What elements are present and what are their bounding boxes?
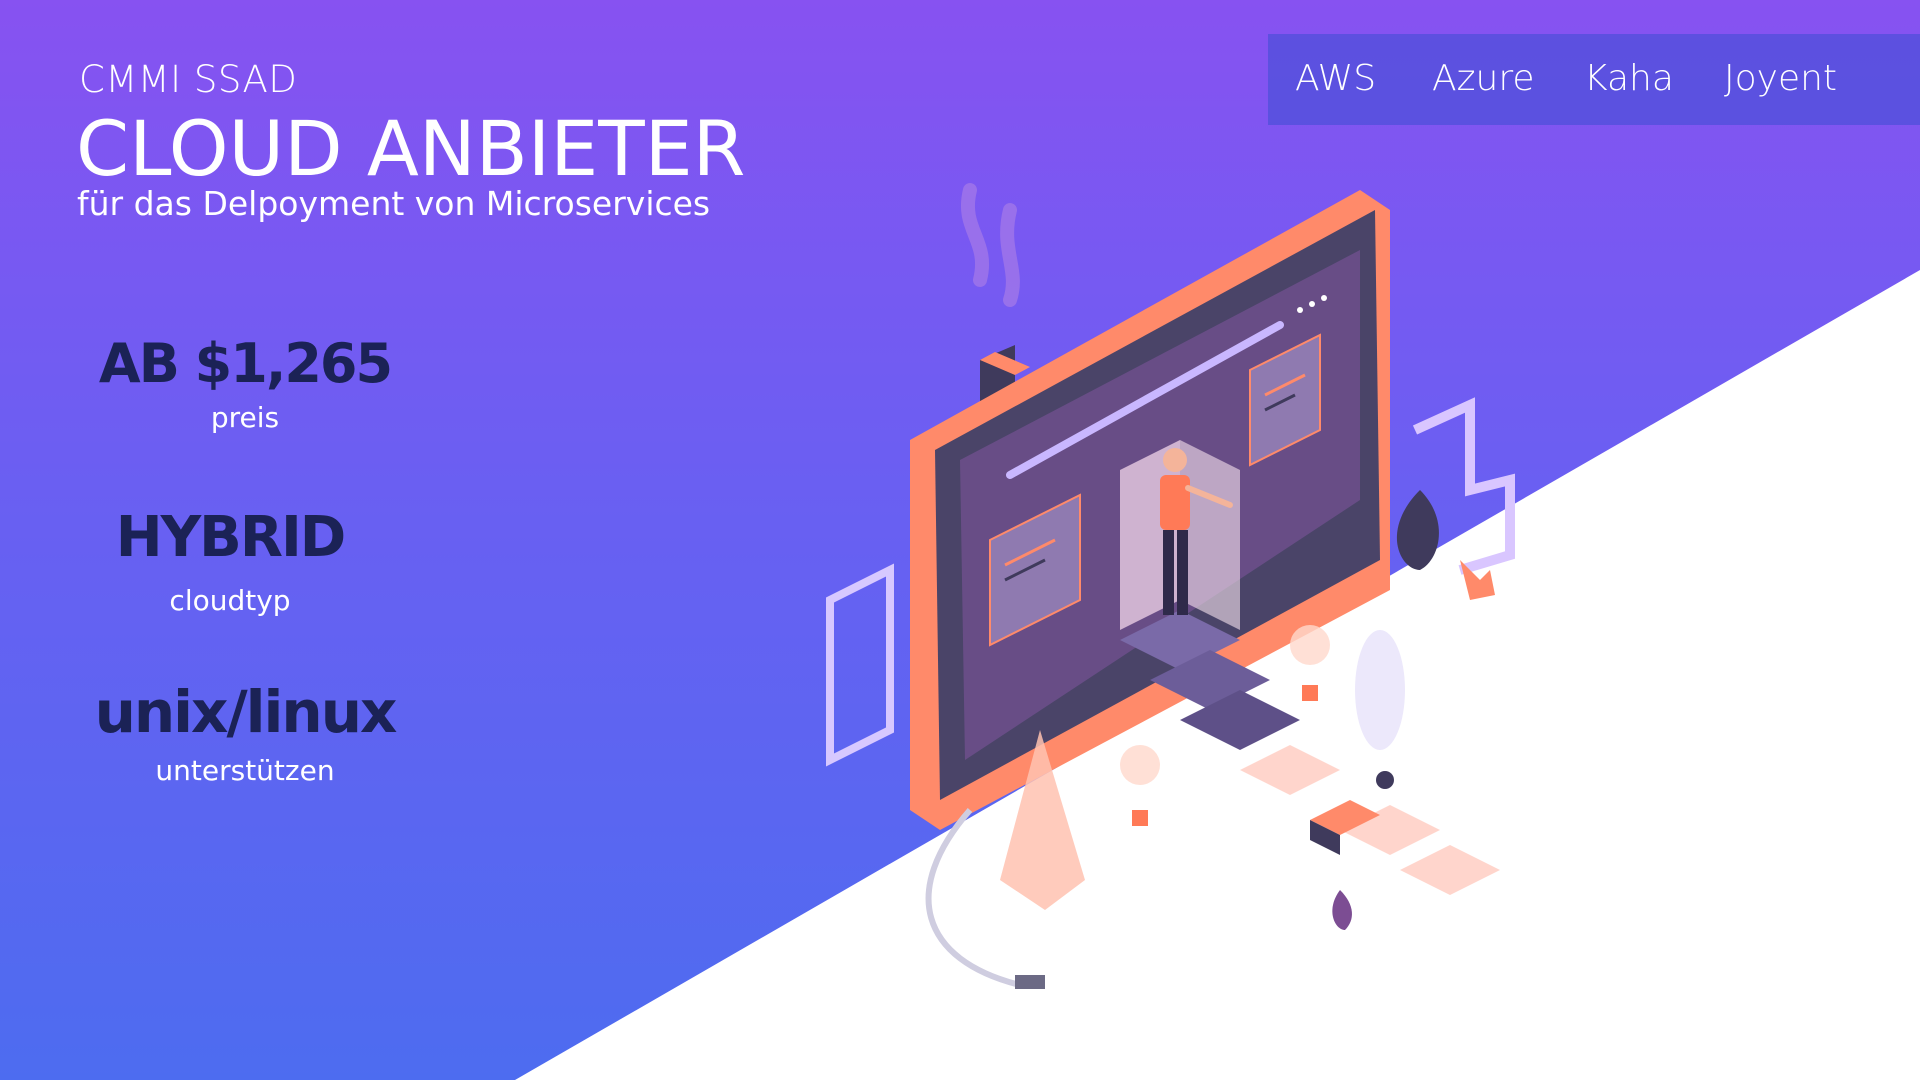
isometric-developer-monitor-illustration bbox=[826, 183, 1515, 989]
stat-price-label: preis bbox=[210, 401, 280, 434]
nav-item-kaha[interactable]: Kaha bbox=[1584, 58, 1674, 99]
stat-os: unix/linux unterstützen bbox=[80, 678, 410, 787]
page-title: CLOUD ANBIETER bbox=[76, 104, 746, 193]
nav-item-aws[interactable]: AWS bbox=[1295, 58, 1376, 99]
stat-price-value: AB $1,265 bbox=[98, 332, 393, 395]
stat-cloudtype-value: HYBRID bbox=[115, 505, 347, 570]
page-subtitle: für das Delpoyment von Microservices bbox=[77, 184, 711, 223]
stat-os-label: unterstützen bbox=[155, 754, 335, 787]
stat-cloudtype-label: cloudtyp bbox=[169, 584, 291, 617]
nav-item-azure[interactable]: Azure bbox=[1432, 58, 1535, 99]
stat-os-value: unix/linux bbox=[94, 678, 398, 746]
stat-price: AB $1,265 preis bbox=[95, 332, 395, 434]
nav-item-joyent[interactable]: Joyent bbox=[1724, 58, 1837, 99]
eyebrow-label: CMMI SSAD bbox=[79, 58, 298, 101]
provider-nav: AWS Azure Kaha Joyent bbox=[1268, 34, 1920, 125]
stat-cloudtype: HYBRID cloudtyp bbox=[95, 505, 365, 617]
